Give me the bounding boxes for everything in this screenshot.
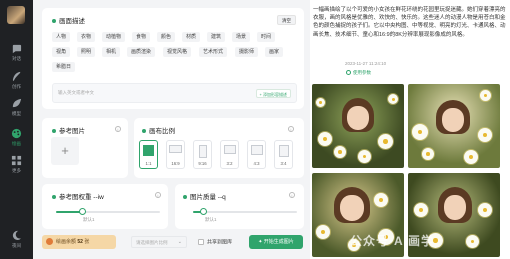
tag-chip[interactable]: 建筑 bbox=[207, 32, 226, 42]
moon-icon bbox=[12, 230, 22, 241]
result-date: 2023-11-27 11:24:10 bbox=[345, 61, 387, 66]
ratio-shape bbox=[143, 145, 154, 156]
tag-chip[interactable]: 食物 bbox=[132, 32, 151, 42]
ratio-select-placeholder: 请选择图片比例 bbox=[136, 240, 168, 245]
points-balance: 绘画余额 52 张 bbox=[42, 235, 116, 249]
section-bullet-icon bbox=[52, 195, 56, 200]
tag-chip[interactable]: 画质渲染 bbox=[127, 47, 156, 57]
ratio-shape bbox=[250, 145, 263, 155]
tag-chip[interactable]: 画家 bbox=[265, 47, 284, 57]
ratio-option-9-16[interactable]: 9:16 bbox=[193, 140, 212, 169]
ratio-shape bbox=[278, 145, 289, 157]
night-mode-label: 夜间 bbox=[12, 243, 21, 248]
ratio-select[interactable]: 请选择图片比例 ⌄ bbox=[131, 236, 187, 248]
ratio-section-title: 画布比例 bbox=[142, 125, 175, 135]
upload-image-button[interactable]: + bbox=[51, 137, 79, 165]
quality-card: 图片质量 --q i 默认1 bbox=[175, 184, 304, 229]
quality-slider[interactable] bbox=[193, 208, 297, 215]
ratio-shape bbox=[223, 145, 236, 154]
tag-chip[interactable]: 视觉风格 bbox=[163, 47, 192, 57]
tag-chip[interactable]: 希腊日 bbox=[52, 62, 76, 72]
reference-section-title: 参考图片 bbox=[52, 125, 85, 135]
night-mode-toggle[interactable]: 夜间 bbox=[0, 230, 33, 256]
description-placeholder: 输入英文或者中文 bbox=[58, 90, 94, 95]
tag-chip[interactable]: 材质 bbox=[182, 32, 201, 42]
tag-chip[interactable]: 艺术形式 bbox=[199, 47, 228, 57]
sidebar-item-create[interactable]: 创作 bbox=[0, 71, 33, 97]
tag-chip[interactable]: 摄影师 bbox=[235, 47, 259, 57]
tag-chip[interactable]: 相机 bbox=[102, 47, 121, 57]
quality-section-title: 图片质量 --q bbox=[183, 191, 226, 201]
sidebar-item-label: 对话 bbox=[12, 56, 21, 61]
section-bullet-icon bbox=[142, 129, 146, 134]
magic-wand-icon: ✦ bbox=[258, 239, 263, 245]
ratio-card: 画布比例 i 1:1 16:9 9:16 3:2 4:3 3:4 bbox=[134, 118, 304, 178]
info-icon[interactable]: i bbox=[155, 192, 161, 198]
checkbox-box[interactable] bbox=[198, 239, 204, 245]
tag-chip[interactable]: 人物 bbox=[52, 32, 71, 42]
info-icon[interactable]: i bbox=[115, 126, 121, 132]
ratio-shape bbox=[169, 145, 182, 153]
generated-image[interactable] bbox=[312, 84, 404, 168]
chevron-down-icon: ⌄ bbox=[177, 239, 182, 245]
tag-chip[interactable]: 场景 bbox=[232, 32, 251, 42]
info-icon[interactable]: i bbox=[289, 192, 295, 198]
ratio-option-4-3[interactable]: 4:3 bbox=[247, 140, 266, 169]
sidebar-item-paint[interactable]: 绘画 bbox=[0, 128, 33, 154]
avatar[interactable] bbox=[7, 6, 25, 24]
quality-value-label: 默认1 bbox=[205, 217, 217, 222]
weight-slider-thumb[interactable] bbox=[78, 208, 86, 215]
result-description: 一幅画描绘了以个可爱的小女孩在鲜花环绕的花园里玩捉迷藏。她们穿着漂亮的衣服，画的… bbox=[313, 7, 506, 38]
check-circle-icon bbox=[346, 70, 351, 76]
prompt-section-title: 画面描述 bbox=[52, 15, 85, 25]
tag-chip[interactable]: 动植物 bbox=[102, 32, 126, 42]
add-description-button[interactable]: + 添加形容描述 bbox=[255, 89, 291, 98]
sidebar-item-model[interactable]: 模型 bbox=[0, 98, 33, 124]
sidebar-item-label: 模型 bbox=[12, 111, 21, 116]
clear-button[interactable]: 清空 bbox=[277, 15, 296, 25]
section-bullet-icon bbox=[52, 19, 56, 24]
chat-bubble-icon bbox=[12, 44, 22, 54]
tag-chip[interactable]: 衣物 bbox=[77, 32, 96, 42]
coin-icon bbox=[46, 238, 53, 246]
grid-icon bbox=[11, 155, 22, 166]
ratio-option-3-4[interactable]: 3:4 bbox=[274, 140, 293, 169]
tag-chip[interactable]: 时间 bbox=[257, 32, 276, 42]
section-bullet-icon bbox=[52, 129, 56, 134]
info-icon[interactable]: i bbox=[288, 126, 294, 132]
generated-image[interactable] bbox=[408, 84, 500, 168]
result-panel: 一幅画描绘了以个可爱的小女孩在鲜花环绕的花园里玩捉迷藏。她们穿着漂亮的衣服，画的… bbox=[310, 0, 510, 259]
ratio-shape bbox=[198, 145, 207, 158]
sidebar-item-label: 创作 bbox=[12, 84, 21, 89]
sidebar-item-label: 绘画 bbox=[12, 141, 21, 146]
weight-slider[interactable] bbox=[56, 208, 160, 215]
generate-button[interactable]: ✦ 开始生成图片 bbox=[249, 235, 303, 249]
main-panel: 画面描述 清空 人物 衣物 动植物 食物 颜色 材质 建筑 场景 时间 视角 照… bbox=[33, 0, 310, 259]
sidebar-item-more[interactable]: 更多 bbox=[0, 155, 33, 181]
description-input[interactable]: 输入英文或者中文 + 添加形容描述 bbox=[52, 83, 297, 103]
ratio-option-3-2[interactable]: 3:2 bbox=[220, 140, 239, 169]
share-gallery-checkbox[interactable]: 共享到图库 bbox=[198, 239, 232, 246]
ratio-option-16-9[interactable]: 16:9 bbox=[166, 140, 185, 169]
points-value: 52 bbox=[77, 239, 83, 245]
params-badge[interactable]: 使用参数 bbox=[346, 70, 371, 76]
weight-value-label: 默认1 bbox=[83, 217, 95, 222]
palette-icon bbox=[11, 128, 22, 139]
weight-section-title: 参考图权重 --iw bbox=[52, 191, 104, 201]
sidebar: 对话 创作 模型 绘画 更多 夜间 bbox=[0, 0, 33, 259]
ratio-option-1-1[interactable]: 1:1 bbox=[139, 140, 158, 169]
quality-slider-thumb[interactable] bbox=[199, 208, 207, 215]
sidebar-item-chat[interactable]: 对话 bbox=[0, 43, 33, 69]
tag-chip[interactable]: 照明 bbox=[77, 47, 96, 57]
tag-chip[interactable]: 颜色 bbox=[157, 32, 176, 42]
tag-chip[interactable]: 视角 bbox=[52, 47, 71, 57]
sidebar-item-label: 更多 bbox=[12, 168, 21, 173]
section-bullet-icon bbox=[183, 195, 187, 200]
weight-card: 参考图权重 --iw i 默认1 bbox=[42, 184, 168, 229]
leaf-icon bbox=[12, 98, 22, 108]
watermark-text: 公众号·AI画学 bbox=[350, 234, 434, 248]
feather-icon bbox=[12, 71, 21, 82]
